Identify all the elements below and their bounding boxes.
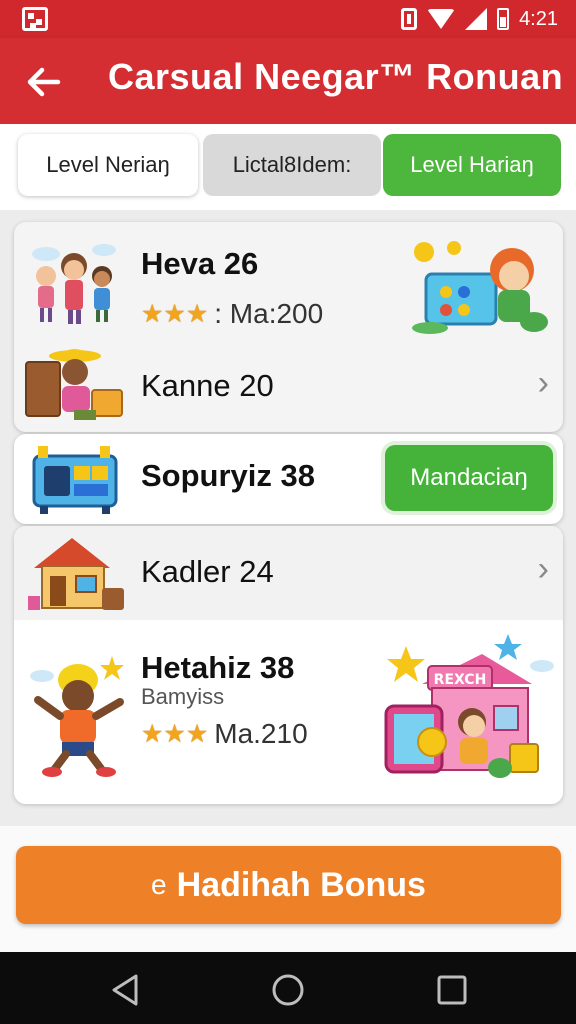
tab-level-neriaj[interactable]: Level Neriaŋ — [18, 134, 198, 196]
level-title: Sopuryiz 38 — [141, 458, 315, 493]
wifi-icon — [427, 9, 456, 29]
bottom-action-area: e Hadihah Bonus — [0, 826, 576, 952]
rating-stars-icon: ★★★ — [141, 300, 209, 328]
app-bar: Carsual Neegar™ Ronuan — [0, 38, 576, 124]
level-title: Kanne 20 — [141, 368, 274, 403]
level-item-kanne[interactable]: Kanne 20 › — [14, 342, 563, 432]
rating-stars-icon: ★★★ — [141, 720, 209, 748]
status-clock: 4:21 — [519, 7, 558, 30]
chevron-right-icon: › — [537, 364, 549, 402]
play-button[interactable]: Mandaciaŋ — [385, 445, 553, 511]
reward-value: : Ma:200 — [214, 298, 324, 329]
tab-lictal[interactable]: Lictal8Idem: — [203, 134, 381, 196]
sim-icon — [401, 8, 418, 30]
level-card-group-1: Heva 26 ★★★ : Ma:200 Kanne 20 › — [14, 222, 563, 432]
arrow-left-icon — [27, 67, 61, 97]
nav-home-icon[interactable] — [268, 970, 308, 1010]
tab-bar: Level Neriaŋ Lictal8Idem: Level Hariaŋ — [0, 124, 576, 210]
tab-level-hariaj[interactable]: Level Hariaŋ — [383, 134, 561, 196]
level-title: Heva 26 — [141, 246, 259, 281]
system-nav-bar — [0, 952, 576, 1024]
bonus-button-label: Hadihah Bonus — [176, 865, 426, 904]
house-illustration — [28, 538, 124, 610]
radio-machine-illustration — [32, 446, 118, 514]
level-title: Hetahiz 38 — [141, 650, 295, 685]
kids-group-illustration — [32, 244, 116, 324]
level-title: Kadler 24 — [141, 554, 274, 589]
page-title: Carsual Neegar™ Ronuan — [108, 56, 564, 97]
bonus-icon: e — [151, 869, 167, 900]
back-button[interactable] — [20, 58, 68, 106]
status-bar: 4:21 — [0, 0, 576, 38]
level-reward: ★★★ Ma.210 — [141, 718, 308, 750]
nav-back-icon[interactable] — [106, 970, 146, 1010]
reward-house-illustration: REXCH — [384, 634, 554, 778]
level-card-group-2: Kadler 24 › Hetahiz 38 Bamyiss ★★★ Ma.21… — [14, 526, 563, 804]
battery-icon — [497, 8, 510, 30]
level-reward: ★★★ : Ma:200 — [141, 298, 323, 330]
level-item-kadler[interactable]: Kadler 24 › — [14, 526, 563, 620]
bonus-reward-button[interactable]: e Hadihah Bonus — [16, 846, 561, 924]
level-item-heva[interactable]: Heva 26 ★★★ : Ma:200 — [14, 222, 563, 342]
chevron-right-icon: › — [537, 550, 549, 588]
nav-recents-icon[interactable] — [432, 970, 472, 1010]
level-item-sopuryiz[interactable]: Sopuryiz 38 Mandaciaŋ — [14, 434, 563, 524]
cheering-kid-illustration — [30, 656, 124, 777]
signal-icon — [465, 8, 488, 30]
level-subtitle: Bamyiss — [141, 684, 225, 709]
kid-with-boxes-illustration — [25, 349, 123, 420]
status-icons: 4:21 — [401, 6, 558, 32]
girl-tablet-illustration — [412, 241, 548, 334]
svg-text:REXCH: REXCH — [434, 672, 487, 688]
qr-notification-icon — [22, 7, 48, 31]
level-item-hetahiz[interactable]: Hetahiz 38 Bamyiss ★★★ Ma.210 REXCH — [14, 620, 563, 804]
reward-value: Ma.210 — [214, 718, 308, 749]
